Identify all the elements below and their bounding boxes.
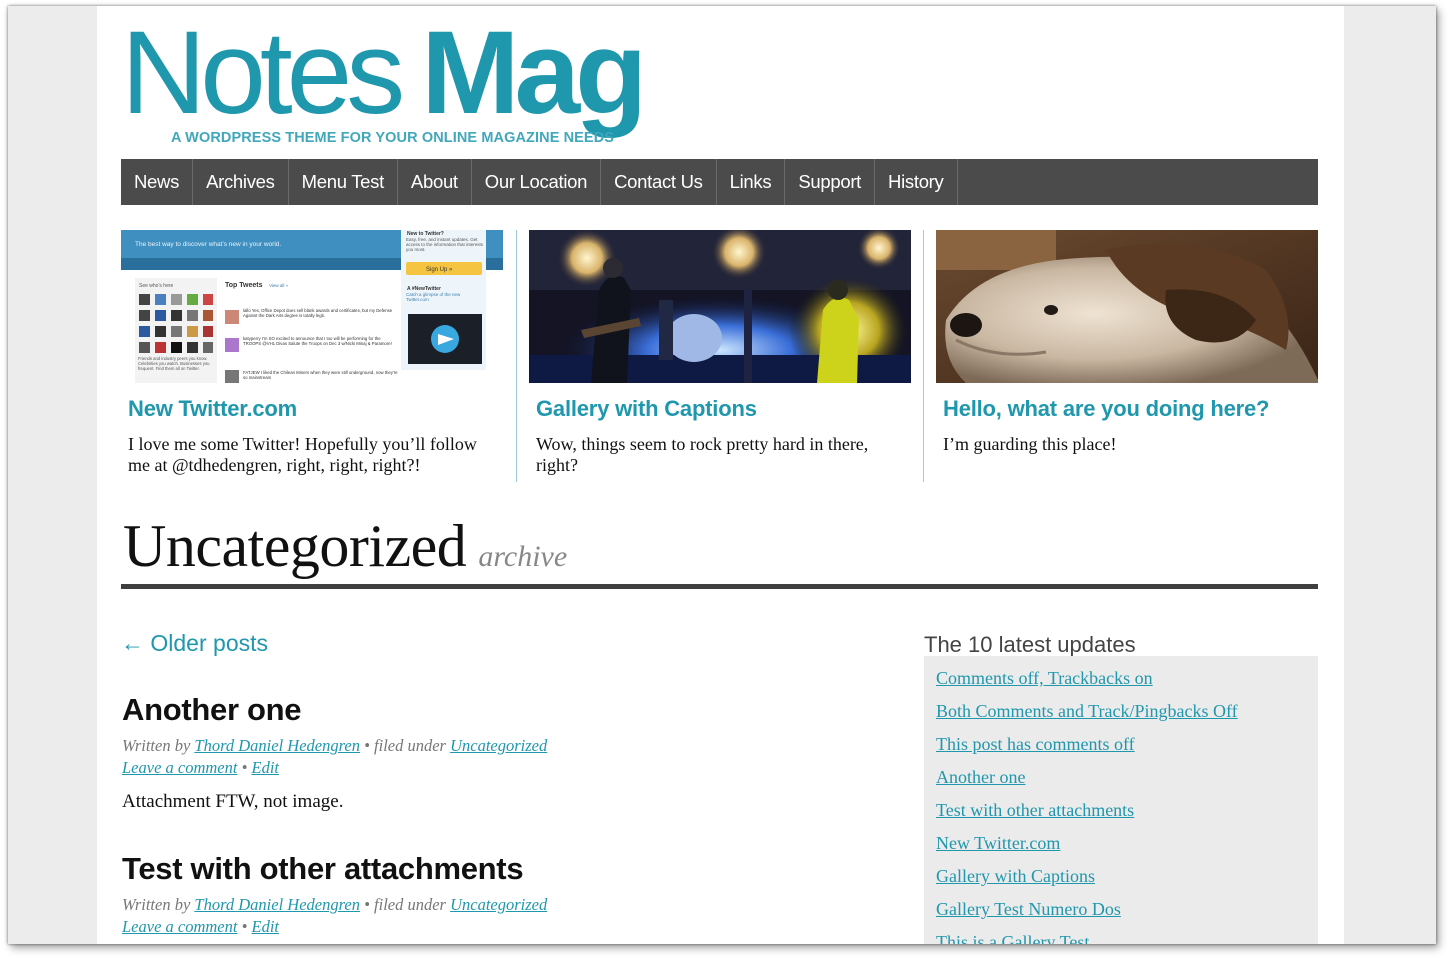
post-meta: Written by Thord Daniel Hedengren • file… [122,894,642,938]
list-item: New Twitter.com [936,831,1318,864]
nav-item-about[interactable]: About [398,159,472,205]
archive-subtitle: archive [478,540,568,573]
list-item: Comments off, Trackbacks on [936,666,1318,699]
list-item: This post has comments off [936,732,1318,765]
sidebar-link[interactable]: Another one [936,767,1025,787]
edit-link[interactable]: Edit [252,917,280,936]
post-author-link[interactable]: Thord Daniel Hedengren [194,736,360,755]
post-excerpt: Attachment FTW, not image. [122,791,344,812]
twitter-tweet-3: FATJEW I liked the Chilean Miners when t… [243,370,398,380]
twitter-banner-text: The best way to discover what’s new in y… [135,241,281,248]
archive-heading: Uncategorized archive [123,512,567,581]
nav-item-archives[interactable]: Archives [193,159,289,205]
site-logo[interactable]: Notes Mag A WORDPRESS THEME FOR YOUR ONLI… [121,14,721,154]
post-written-by: Written by [122,895,191,914]
sidebar-link[interactable]: Both Comments and Track/Pingbacks Off [936,701,1238,721]
twitter-side-text: Easy, free, and instant updates. Get acc… [406,237,484,252]
latest-updates-list: Comments off, Trackbacks on Both Comment… [924,656,1318,944]
sidebar-latest-updates: Comments off, Trackbacks on Both Comment… [924,656,1318,944]
post-title[interactable]: Another one [122,692,302,728]
nav-item-links[interactable]: Links [717,159,786,205]
nav-item-history[interactable]: History [875,159,958,205]
concert-thumbnail[interactable] [529,230,911,383]
twitter-friends-text: Friends and industry peers you know. Cel… [138,356,210,371]
featured-excerpt-gallery: Wow, things seem to rock pretty hard in … [536,434,869,475]
list-item: Test with other attachments [936,798,1318,831]
featured-divider [516,230,517,482]
post-written-by: Written by [122,736,191,755]
twitter-signup-label: Sign Up » [426,267,453,273]
meta-separator: • [237,917,252,936]
list-item: Gallery Test Numero Dos [936,897,1318,930]
sidebar-link[interactable]: Test with other attachments [936,800,1134,820]
twitter-tweet-1: lallo Yes, Office Depot does sell blank … [243,308,393,318]
list-item: Gallery with Captions [936,864,1318,897]
post-author-link[interactable]: Thord Daniel Hedengren [194,895,360,914]
sidebar-link[interactable]: New Twitter.com [936,833,1060,853]
list-item: Both Comments and Track/Pingbacks Off [936,699,1318,732]
browser-viewport: Notes Mag A WORDPRESS THEME FOR YOUR ONLI… [8,6,1436,944]
twitter-screenshot-image: The best way to discover what’s new in y… [121,230,503,383]
site-tagline: A WORDPRESS THEME FOR YOUR ONLINE MAGAZI… [171,130,615,146]
post-filed-under: • filed under [360,895,451,914]
featured-divider [923,230,924,482]
logo-mag-text: Mag [421,7,647,139]
post-category-link[interactable]: Uncategorized [450,736,547,755]
archive-divider [121,584,1318,589]
featured-excerpt-twitter: I love me some Twitter! Hopefully you’ll… [128,434,477,475]
featured-title-dog[interactable]: Hello, what are you doing here? [943,396,1269,422]
older-posts-link[interactable]: ← Older posts [121,630,268,657]
twitter-screenshot-thumbnail[interactable]: The best way to discover what’s new in y… [121,230,503,383]
main-nav: News Archives Menu Test About Our Locati… [121,159,1318,205]
dog-image [936,230,1318,383]
sidebar-link[interactable]: This is a Gallery Test [936,932,1089,944]
featured-title-twitter[interactable]: New Twitter.com [128,396,297,422]
featured-post-dog: Hello, what are you doing here? I’m guar… [936,230,1318,486]
concert-image [529,230,911,383]
meta-separator: • [237,758,252,777]
nav-item-our-location[interactable]: Our Location [472,159,602,205]
post-title[interactable]: Test with other attachments [122,851,524,887]
leave-comment-link[interactable]: Leave a comment [122,758,237,777]
list-item: This is a Gallery Test [936,930,1318,944]
featured-posts: The best way to discover what’s new in y… [121,230,1318,486]
twitter-whos-here: See who's here [139,283,174,289]
nav-item-support[interactable]: Support [785,159,876,205]
dog-thumbnail[interactable] [936,230,1318,383]
featured-post-twitter: The best way to discover what’s new in y… [121,230,503,486]
sidebar-link[interactable]: This post has comments off [936,734,1135,754]
twitter-tweet-2: katyperry I'm SO excited to announce tha… [243,336,392,346]
nav-item-menu-test[interactable]: Menu Test [289,159,398,205]
twitter-new-text: Catch a glimpse of the new Twitter.com [406,292,461,302]
archive-title: Uncategorized [123,513,467,579]
sidebar-heading: The 10 latest updates [924,632,1136,657]
sidebar-link[interactable]: Comments off, Trackbacks on [936,668,1153,688]
sidebar-link[interactable]: Gallery Test Numero Dos [936,899,1121,919]
featured-post-gallery: Gallery with Captions Wow, things seem t… [529,230,911,486]
nav-item-contact-us[interactable]: Contact Us [601,159,717,205]
featured-title-gallery[interactable]: Gallery with Captions [536,396,757,422]
twitter-top-tweets: Top Tweets [225,282,263,289]
twitter-view-all: View all » [269,283,289,288]
leave-comment-link[interactable]: Leave a comment [122,917,237,936]
post-category-link[interactable]: Uncategorized [450,895,547,914]
nav-item-news[interactable]: News [121,159,194,205]
edit-link[interactable]: Edit [252,758,280,777]
list-item: Another one [936,765,1318,798]
logo-notes-text: Notes [121,7,405,139]
sidebar-link[interactable]: Gallery with Captions [936,866,1095,886]
post-filed-under: • filed under [360,736,451,755]
featured-excerpt-dog: I’m guarding this place! [943,434,1117,454]
post-meta: Written by Thord Daniel Hedengren • file… [122,735,642,779]
page-content: Notes Mag A WORDPRESS THEME FOR YOUR ONLI… [97,6,1344,944]
